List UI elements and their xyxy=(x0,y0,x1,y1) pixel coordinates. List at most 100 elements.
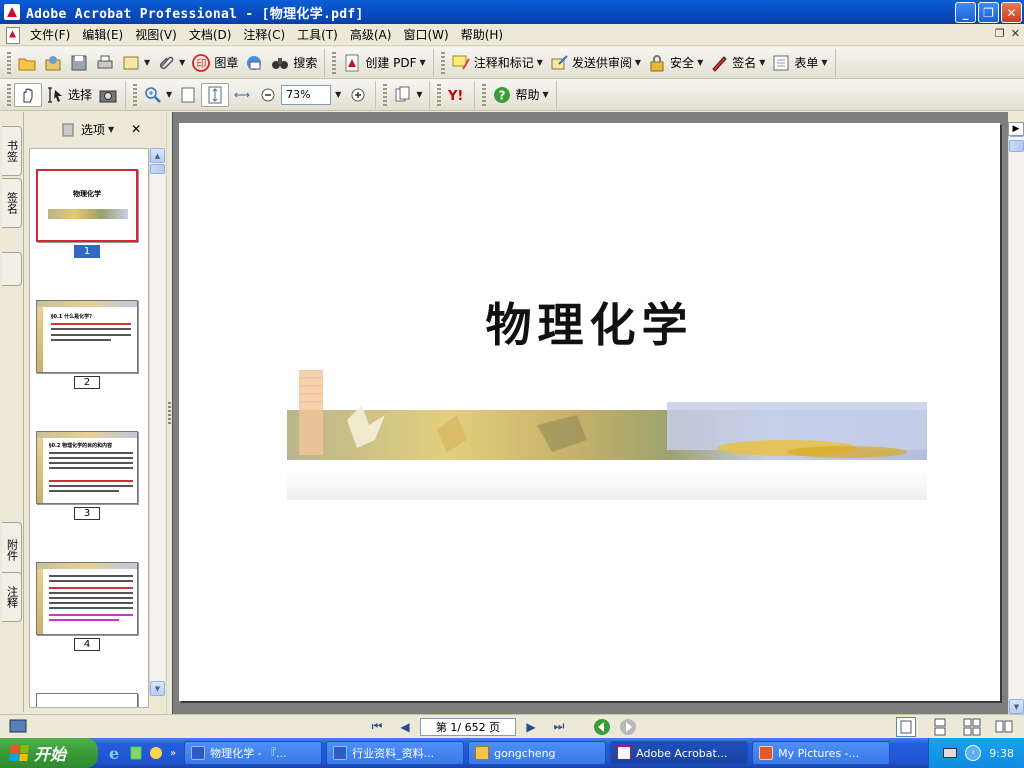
toolbar-grip[interactable] xyxy=(437,83,442,106)
attach-button[interactable]: ▼ xyxy=(153,51,188,75)
yahoo-button[interactable]: Y! xyxy=(444,83,470,107)
toolbar-grip[interactable] xyxy=(383,83,388,106)
zoom-out-button[interactable] xyxy=(255,83,281,107)
scroll-up-icon[interactable]: ▲ xyxy=(150,148,165,163)
single-page-layout-icon[interactable] xyxy=(896,717,916,737)
options-button[interactable]: 选项 ▼ xyxy=(78,117,117,141)
tab-bookmarks[interactable]: 书签 xyxy=(2,126,22,176)
toolbar-grip[interactable] xyxy=(482,83,487,106)
quick-launch-icon[interactable] xyxy=(126,743,146,763)
comment-markup-button[interactable]: 注释和标记 ▼ xyxy=(448,51,546,75)
toolbar-grip[interactable] xyxy=(7,83,11,106)
rotate-view-button[interactable]: ▼ xyxy=(390,83,425,107)
hand-tool-button[interactable] xyxy=(14,82,42,107)
scroll-thumb[interactable] xyxy=(1009,140,1024,152)
menu-help[interactable]: 帮助(H) xyxy=(455,24,509,45)
stamp-button[interactable]: 印 图章 xyxy=(188,51,241,75)
tasks-button[interactable]: ▼ xyxy=(118,51,153,75)
keyboard-icon[interactable] xyxy=(943,748,958,758)
forms-button[interactable]: 表单 ▼ xyxy=(768,51,830,75)
last-page-icon[interactable]: ⏭ xyxy=(550,718,568,736)
search-button[interactable]: 搜索 xyxy=(267,51,320,75)
tab-attachments[interactable]: 附件 xyxy=(2,522,22,578)
window-title-bar[interactable]: Adobe Acrobat Professional - [物理化学.pdf] … xyxy=(0,0,1024,24)
menu-comments[interactable]: 注释(C) xyxy=(237,24,291,45)
fit-width-button[interactable] xyxy=(229,83,255,107)
zoom-in-button[interactable] xyxy=(345,83,371,107)
page-number-2[interactable]: 2 xyxy=(74,376,100,389)
actual-size-button[interactable] xyxy=(175,83,201,107)
taskbar-button[interactable]: 物理化学 - 『... xyxy=(184,741,323,765)
create-pdf-button[interactable]: 创建 PDF ▼ xyxy=(339,51,428,75)
document-scrollbar[interactable]: ▲ ▼ xyxy=(1008,122,1024,714)
save-button[interactable] xyxy=(66,51,92,75)
close-button[interactable]: ✕ xyxy=(1001,2,1022,23)
menu-advanced[interactable]: 高级(A) xyxy=(344,24,398,45)
continuous-facing-layout-icon[interactable] xyxy=(962,717,982,737)
toolbar-grip[interactable] xyxy=(440,51,445,74)
tray-expand-icon[interactable]: ‹ xyxy=(965,745,982,761)
trash-icon[interactable] xyxy=(58,119,78,139)
zoom-dropdown-chevron-icon[interactable]: ▼ xyxy=(335,90,341,99)
sign-button[interactable]: 签名 ▼ xyxy=(706,51,768,75)
start-button[interactable]: 开始 xyxy=(0,738,98,768)
print-button[interactable] xyxy=(92,51,118,75)
document-restore-button[interactable]: ❐ xyxy=(995,27,1005,40)
scroll-thumb[interactable] xyxy=(150,164,165,174)
zoom-in-tool-button[interactable]: ▼ xyxy=(140,83,175,107)
taskbar-button[interactable]: gongcheng xyxy=(468,741,607,765)
send-review-button[interactable]: 发送供审阅 ▼ xyxy=(546,51,644,75)
next-view-icon[interactable] xyxy=(618,717,638,737)
minimize-button[interactable]: _ xyxy=(955,2,976,23)
open-button[interactable] xyxy=(14,51,40,75)
facing-layout-icon[interactable] xyxy=(994,717,1014,737)
continuous-layout-icon[interactable] xyxy=(930,717,950,737)
organizer-button[interactable] xyxy=(40,51,66,75)
previous-view-icon[interactable] xyxy=(592,717,612,737)
restore-button[interactable]: ❐ xyxy=(978,2,999,23)
page-number-field[interactable]: 第 1/ 652 页 xyxy=(420,717,516,736)
help-button[interactable]: ? 帮助 ▼ xyxy=(489,83,551,107)
page-thumbnails-list[interactable]: 物理化学 1 §0.1 什么是化学? 2 §0.2 物理化学的目的和内容 3 4 xyxy=(29,148,149,708)
security-button[interactable]: 安全 ▼ xyxy=(644,51,706,75)
document-menu-icon[interactable] xyxy=(4,26,20,44)
acrobat-app-icon[interactable] xyxy=(4,4,20,20)
page-thumbnail-4[interactable] xyxy=(36,562,138,635)
menu-document[interactable]: 文档(D) xyxy=(183,24,238,45)
taskbar-button[interactable]: My Pictures -... xyxy=(752,741,891,765)
scroll-down-icon[interactable]: ▼ xyxy=(1009,699,1024,714)
tab-signatures[interactable]: 签名 xyxy=(2,178,22,228)
select-tool-button[interactable]: 选择 xyxy=(42,83,95,107)
menu-tools[interactable]: 工具(T) xyxy=(291,24,344,45)
fit-page-button[interactable] xyxy=(201,82,230,107)
pdf-page[interactable]: 物理化学 xyxy=(179,123,1000,701)
taskbar-button[interactable]: Adobe Acrobat... xyxy=(610,741,749,765)
how-to-pane-arrow-icon[interactable]: ▶ xyxy=(1008,122,1024,136)
toolbar-grip[interactable] xyxy=(332,51,337,74)
document-close-button[interactable]: ✕ xyxy=(1011,27,1020,40)
page-number-3[interactable]: 3 xyxy=(74,507,100,520)
snapshot-button[interactable] xyxy=(95,83,121,107)
menu-window[interactable]: 窗口(W) xyxy=(397,24,454,45)
zoom-level-input[interactable]: 73% xyxy=(281,84,332,105)
taskbar-button[interactable]: 行业资料_资料... xyxy=(326,741,465,765)
page-thumbnail-2[interactable]: §0.1 什么是化学? xyxy=(36,300,138,373)
page-number-1[interactable]: 1 xyxy=(74,245,100,258)
scroll-down-icon[interactable]: ▼ xyxy=(150,681,165,696)
quick-launch-overflow-icon[interactable]: » xyxy=(170,748,176,759)
tab-comments[interactable]: 注释 xyxy=(2,572,22,622)
tab-pages[interactable] xyxy=(2,252,22,286)
toolbar-grip[interactable] xyxy=(133,83,138,106)
next-page-icon[interactable]: ▶ xyxy=(522,718,540,736)
menu-file[interactable]: 文件(F) xyxy=(24,24,76,45)
first-page-icon[interactable]: ⏮ xyxy=(368,718,386,736)
email-button[interactable] xyxy=(241,51,267,75)
page-number-4[interactable]: 4 xyxy=(74,638,100,651)
page-thumbnail-5[interactable] xyxy=(36,693,138,707)
toolbar-grip[interactable] xyxy=(7,51,11,74)
menu-edit[interactable]: 编辑(E) xyxy=(76,24,129,45)
internet-explorer-icon[interactable]: e xyxy=(106,743,126,763)
previous-page-icon[interactable]: ◀ xyxy=(396,718,414,736)
quick-launch-icon[interactable] xyxy=(146,743,166,763)
page-thumbnail-1[interactable]: 物理化学 xyxy=(36,169,138,242)
